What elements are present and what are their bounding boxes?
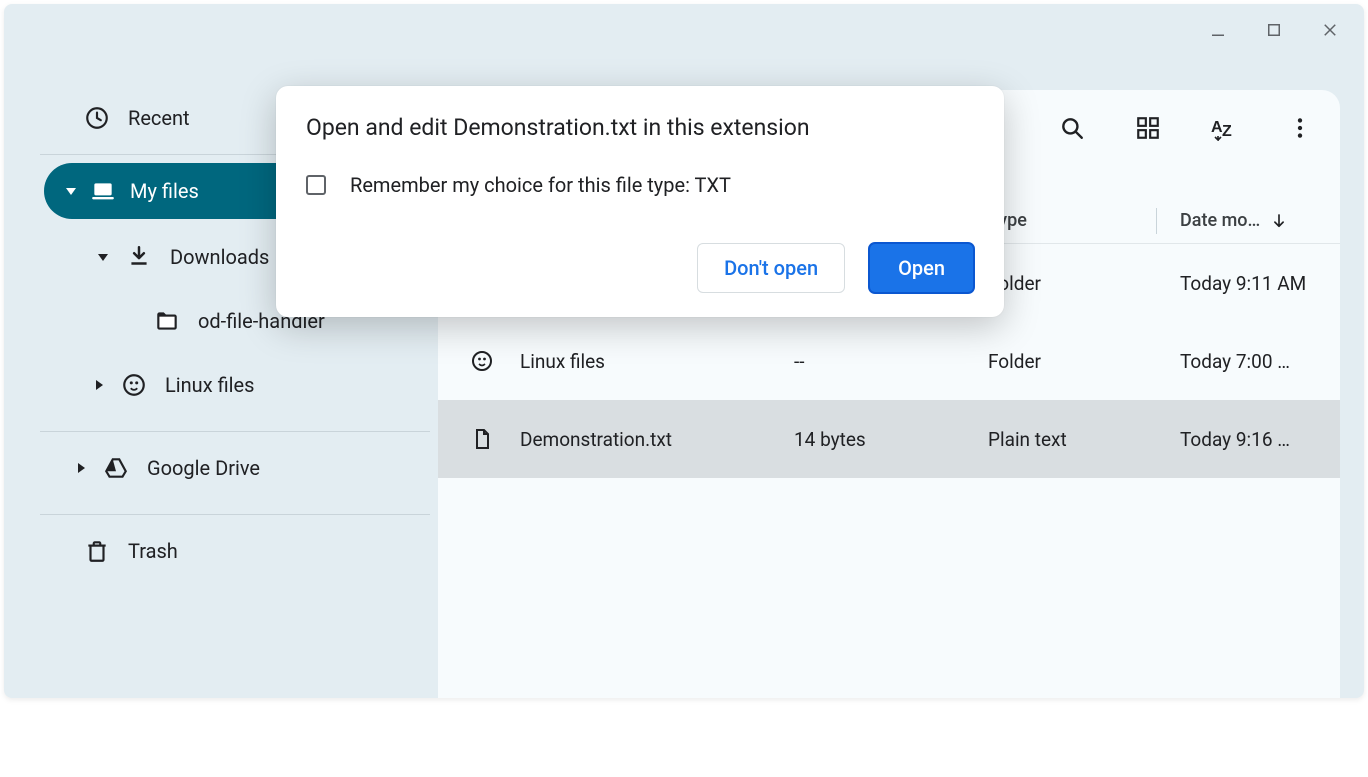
table-row[interactable]: Linux files -- Folder Today 7:00 … bbox=[438, 322, 1340, 400]
file-date: Today 7:00 … bbox=[1180, 350, 1340, 373]
view-grid-button[interactable] bbox=[1124, 104, 1172, 152]
sidebar-label-downloads: Downloads bbox=[170, 245, 269, 269]
sidebar-separator bbox=[40, 514, 430, 515]
file-name: Demonstration.txt bbox=[520, 428, 672, 451]
drive-icon bbox=[103, 455, 129, 481]
close-icon bbox=[1321, 21, 1339, 39]
sidebar-label-recent: Recent bbox=[128, 106, 190, 130]
sidebar-label-linux: Linux files bbox=[165, 373, 254, 397]
remember-choice-checkbox[interactable]: Remember my choice for this file type: T… bbox=[306, 173, 974, 197]
linux-icon bbox=[470, 349, 494, 373]
file-manager-window: Recent My files Downloads bbox=[4, 4, 1364, 698]
chevron-down-icon bbox=[98, 254, 108, 261]
dialog-title: Open and edit Demonstration.txt in this … bbox=[306, 114, 974, 141]
checkbox-icon bbox=[306, 175, 326, 195]
grid-icon bbox=[1135, 115, 1161, 141]
chevron-right-icon bbox=[78, 463, 85, 473]
file-date: Today 9:16 … bbox=[1180, 428, 1340, 451]
dont-open-button[interactable]: Don't open bbox=[697, 243, 845, 293]
minimize-icon bbox=[1209, 21, 1227, 39]
table-row[interactable]: Demonstration.txt 14 bytes Plain text To… bbox=[438, 400, 1340, 478]
dialog-actions: Don't open Open bbox=[306, 243, 974, 293]
download-icon bbox=[126, 244, 152, 270]
window-controls bbox=[1194, 10, 1354, 50]
linux-icon bbox=[121, 372, 147, 398]
remember-choice-label: Remember my choice for this file type: T… bbox=[350, 173, 731, 197]
chevron-down-icon bbox=[66, 188, 76, 195]
file-type: Plain text bbox=[988, 428, 1067, 451]
file-name: Linux files bbox=[520, 350, 605, 373]
more-vert-icon bbox=[1287, 115, 1313, 141]
file-date: Today 9:11 AM bbox=[1180, 272, 1340, 295]
sidebar-label-gdrive: Google Drive bbox=[147, 456, 260, 480]
sidebar-item-trash[interactable]: Trash bbox=[44, 523, 430, 579]
sort-az-icon: A Z bbox=[1211, 115, 1237, 141]
open-button[interactable]: Open bbox=[869, 243, 974, 293]
window-maximize-button[interactable] bbox=[1250, 10, 1298, 50]
file-icon bbox=[470, 427, 494, 451]
window-close-button[interactable] bbox=[1306, 10, 1354, 50]
trash-icon bbox=[84, 538, 110, 564]
search-icon bbox=[1059, 115, 1085, 141]
folder-icon bbox=[154, 308, 180, 334]
arrow-down-icon bbox=[1270, 212, 1288, 230]
sidebar-separator bbox=[40, 431, 430, 432]
file-size: -- bbox=[794, 350, 805, 373]
window-minimize-button[interactable] bbox=[1194, 10, 1242, 50]
more-options-button[interactable] bbox=[1276, 104, 1324, 152]
toolbar: A Z bbox=[1048, 104, 1324, 152]
file-type: Folder bbox=[988, 350, 1041, 373]
open-file-dialog: Open and edit Demonstration.txt in this … bbox=[276, 86, 1004, 317]
file-size: 14 bytes bbox=[794, 428, 866, 451]
search-button[interactable] bbox=[1048, 104, 1096, 152]
sidebar-label-trash: Trash bbox=[128, 539, 178, 563]
sidebar-item-linux-files[interactable]: Linux files bbox=[44, 357, 430, 413]
column-separator bbox=[1156, 208, 1157, 234]
maximize-icon bbox=[1265, 21, 1283, 39]
column-header-date[interactable]: Date mo… bbox=[1180, 210, 1288, 231]
laptop-icon bbox=[90, 178, 116, 204]
sidebar-item-google-drive[interactable]: Google Drive bbox=[44, 440, 430, 496]
svg-text:Z: Z bbox=[1222, 123, 1232, 140]
sidebar-label-my-files: My files bbox=[130, 179, 199, 203]
sort-button[interactable]: A Z bbox=[1200, 104, 1248, 152]
chevron-right-icon bbox=[96, 380, 103, 390]
clock-icon bbox=[84, 105, 110, 131]
